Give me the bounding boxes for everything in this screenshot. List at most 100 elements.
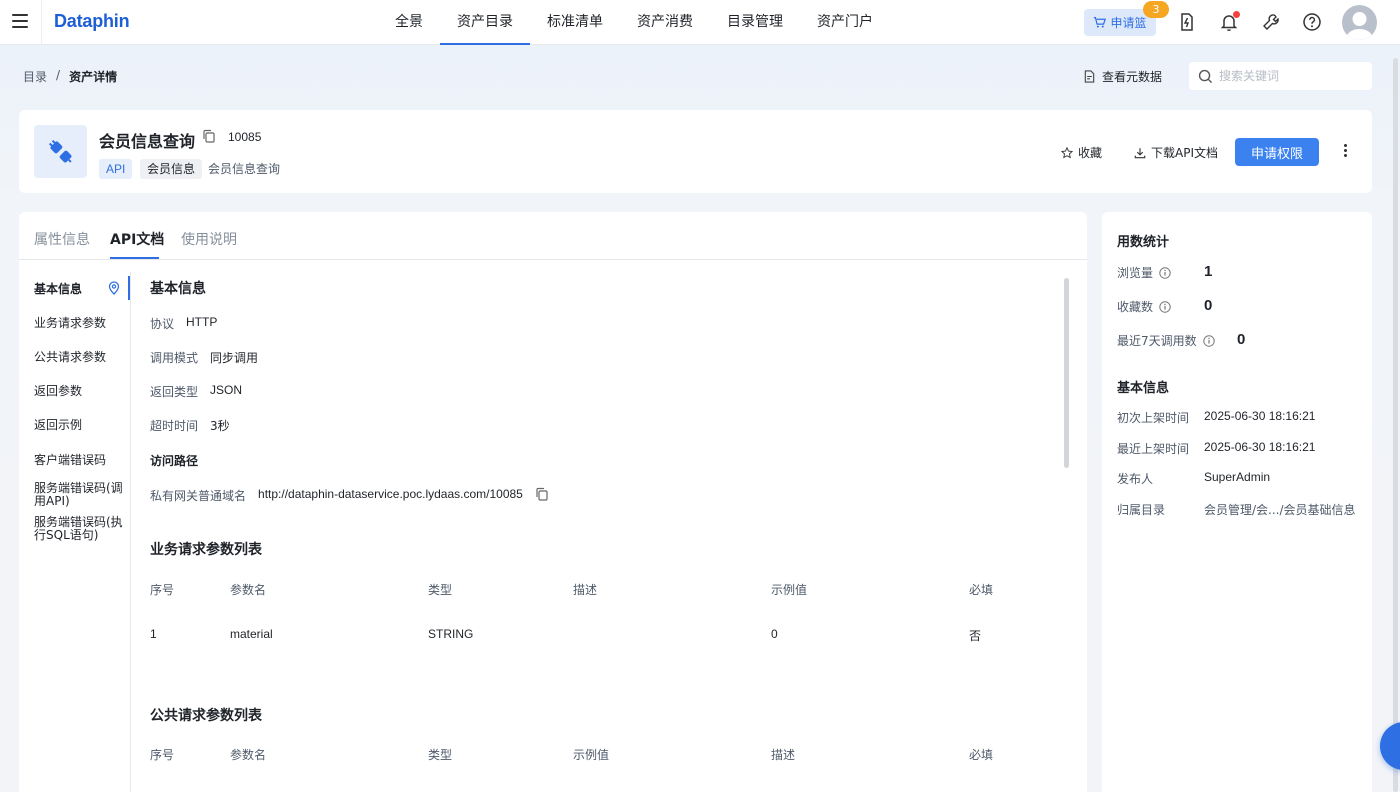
directory-value[interactable]: 会员管理/会.../会员基础信息: [1204, 501, 1356, 518]
top-bar: Dataphin 全景 资产目录 标准清单 资产消费 目录管理 资产门户 申请篮…: [0, 0, 1400, 45]
notification-dot: [1233, 11, 1240, 18]
call-mode-value: 同步调用: [210, 351, 259, 365]
nav-item-catalog-management[interactable]: 目录管理: [710, 0, 800, 45]
nav-item-standards[interactable]: 标准清单: [530, 0, 620, 45]
assistant-float-button[interactable]: [1380, 722, 1400, 770]
gateway-domain-value[interactable]: http://dataphin-dataservice.poc.lydaas.c…: [258, 487, 523, 504]
user-avatar[interactable]: [1342, 5, 1377, 40]
anchor-common-params[interactable]: 公共请求参数: [34, 351, 130, 364]
favorites-value: 0: [1204, 297, 1213, 314]
copy-icon[interactable]: [202, 129, 216, 143]
cart-label: 申请篮: [1110, 16, 1147, 30]
directory-label: 归属目录: [1117, 503, 1166, 517]
nav-item-portal[interactable]: 资产门户: [800, 0, 890, 45]
breadcrumb-current: 资产详情: [69, 70, 118, 84]
content-scrollbar[interactable]: [1064, 278, 1069, 468]
location-pin-icon: [108, 281, 120, 295]
breadcrumb: 目录 / 资产详情: [23, 68, 117, 85]
info-icon[interactable]: [1202, 334, 1215, 347]
divider: [41, 0, 42, 45]
document-icon: [1084, 70, 1095, 83]
bolt-file-icon[interactable]: [1177, 12, 1197, 32]
table-cell: 否: [969, 629, 982, 643]
download-icon: [1134, 147, 1146, 158]
table-cell: material: [230, 627, 273, 641]
search-icon: [1198, 69, 1213, 83]
more-options-icon[interactable]: [1339, 144, 1351, 160]
calls-7d-label: 最近7天调用数: [1117, 332, 1215, 349]
gateway-domain-label: 私有网关普通域名: [150, 489, 247, 503]
download-api-doc-button[interactable]: 下载API文档: [1134, 144, 1218, 161]
view-metadata-button[interactable]: 查看元数据: [1083, 68, 1162, 85]
api-doc-card: 属性信息 API文档 使用说明 基本信息 业务请求参数 公共请求参数 返回参数 …: [19, 212, 1087, 792]
table-header-cell: 序号: [150, 748, 175, 762]
info-icon[interactable]: [1159, 266, 1171, 279]
info-title: 基本信息: [1117, 381, 1170, 396]
calls-7d-value: 0: [1237, 331, 1246, 348]
views-value: 1: [1204, 263, 1213, 280]
api-doc-content: 基本信息 协议 HTTP 调用模式 同步调用 返回类型 JSON 超时时间 3秒…: [150, 272, 1060, 792]
protocol-value: HTTP: [186, 315, 218, 329]
table-header-cell: 示例值: [573, 748, 610, 762]
asset-title: 会员信息查询: [99, 132, 196, 151]
breadcrumb-root[interactable]: 目录: [23, 68, 47, 85]
tab-api-doc[interactable]: API文档: [110, 229, 164, 249]
anchor-server-error-api[interactable]: 服务端错误码(调用API): [34, 482, 130, 508]
doc-anchor-nav: 基本信息 业务请求参数 公共请求参数 返回参数 返回示例 客户端错误码 服务端错…: [19, 272, 131, 792]
anchor-biz-params[interactable]: 业务请求参数: [34, 317, 130, 330]
page-scrollbar[interactable]: [1393, 58, 1398, 792]
anchor-return-params[interactable]: 返回参数: [34, 385, 130, 398]
search-box[interactable]: [1189, 62, 1372, 90]
wrench-icon[interactable]: [1261, 12, 1281, 32]
table-header-cell: 参数名: [230, 748, 267, 762]
table-header-cell: 描述: [573, 583, 598, 597]
asset-category-tag: 会员信息: [140, 159, 203, 179]
detail-tabs: 属性信息 API文档 使用说明: [19, 212, 1087, 260]
access-path-title: 访问路径: [150, 454, 199, 468]
active-tab-indicator: [110, 257, 159, 259]
table-cell: 0: [771, 627, 778, 641]
plug-icon: [48, 139, 72, 163]
anchor-server-error-sql[interactable]: 服务端错误码(执行SQL语句): [34, 516, 130, 542]
nav-item-asset-catalog[interactable]: 资产目录: [440, 0, 530, 45]
breadcrumb-separator: /: [56, 68, 61, 82]
nav-item-consumption[interactable]: 资产消费: [620, 0, 710, 45]
favorite-label: 收藏: [1078, 146, 1103, 160]
favorites-label: 收藏数: [1117, 298, 1171, 315]
anchor-client-error-codes[interactable]: 客户端错误码: [34, 454, 130, 467]
first-publish-value: 2025-06-30 18:16:21: [1204, 409, 1316, 423]
timeout-value: 3秒: [210, 419, 230, 433]
anchor-return-example[interactable]: 返回示例: [34, 419, 130, 432]
usage-stats-card: 用数统计 浏览量 1 收藏数 0 最近7天调用数 0 基本信息 初次上架时间 2…: [1102, 212, 1372, 792]
app-logo[interactable]: Dataphin: [54, 11, 130, 32]
table-cell: STRING: [428, 627, 474, 641]
tab-usage-guide[interactable]: 使用说明: [181, 229, 237, 249]
favorite-button[interactable]: 收藏: [1061, 144, 1102, 161]
apply-permission-button[interactable]: 申请权限: [1235, 138, 1319, 166]
usage-stats-title: 用数统计: [1117, 235, 1170, 250]
table-header-cell: 必填: [969, 748, 994, 762]
table-header-cell: 必填: [969, 583, 994, 597]
search-input[interactable]: [1219, 69, 1359, 83]
table-header-cell: 参数名: [230, 583, 267, 597]
protocol-row: 协议 HTTP: [150, 315, 217, 332]
tab-attributes[interactable]: 属性信息: [34, 229, 90, 249]
table-header-cell: 序号: [150, 583, 175, 597]
timeout-label: 超时时间: [150, 419, 199, 433]
cart-count-badge: 3: [1143, 1, 1169, 18]
favorites-label-text: 收藏数: [1117, 300, 1154, 314]
help-icon[interactable]: [1302, 12, 1322, 32]
download-label: 下载API文档: [1151, 146, 1218, 160]
common-params-title: 公共请求参数列表: [150, 708, 262, 724]
last-publish-label: 最近上架时间: [1117, 442, 1190, 456]
info-icon[interactable]: [1159, 300, 1171, 313]
main-nav: 全景 资产目录 标准清单 资产消费 目录管理 资产门户: [378, 0, 890, 45]
copy-icon[interactable]: [535, 487, 549, 501]
menu-icon[interactable]: [12, 14, 28, 28]
nav-item-overview[interactable]: 全景: [378, 0, 440, 45]
table-header-cell: 示例值: [771, 583, 808, 597]
basic-info-title: 基本信息: [150, 281, 206, 297]
table-header-cell: 类型: [428, 583, 453, 597]
calls-7d-label-text: 最近7天调用数: [1117, 334, 1197, 348]
avatar-icon: [1346, 12, 1373, 40]
